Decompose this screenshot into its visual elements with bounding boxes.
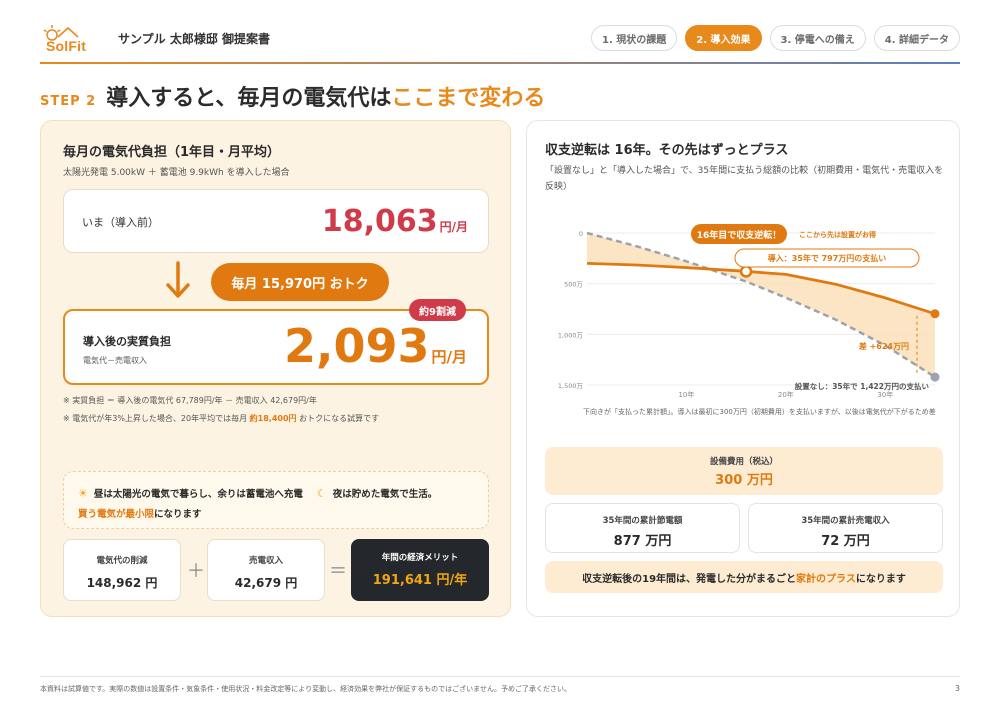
cost-reduction-box: 電気代の削減 148,962 円 [63,539,181,601]
arrow-down-icon [166,261,190,298]
cost-reduction-label: 電気代の削減 [96,556,148,566]
step-tab-3[interactable]: 3. 停電への備え [769,25,866,51]
equipment-cost-label: 設備費用（税込） [709,457,778,467]
before-value: 18,063 円/月 [322,204,468,239]
annual-merit-value: 191,641 円/年 [372,573,468,588]
plus-sign: ＋ [187,561,205,582]
cumulative-savings-value: 877 万円 [613,534,672,549]
before-cost-box: いま（導入前） 18,063 円/月 [63,189,489,253]
step-tab-1[interactable]: 1. 現状の課題 [591,25,678,51]
after-unit: 円/月 [431,348,467,366]
payback-card: 収支逆転は 16年。その先はずっとプラス 「設置なし」と「導入した場合」で、35… [526,120,960,617]
chart-footnote: 下向きが「支払った累計額」。導入は最初に300万円（初期費用）を支払いますが、以… [583,408,936,416]
card-title: 毎月の電気代負担（1年目・月平均） [63,145,281,160]
after-label: 導入後の実質負担 [83,335,171,348]
sales-income-value: 42,679 円 [234,576,298,590]
document-title: サンプル 太郎様邸 御提案書 [118,31,270,46]
card-title: 収支逆転は 16年。その先はずっとプラス [545,143,789,158]
before-amount: 18,063 [321,204,438,239]
cumulative-sales-value: 72 万円 [821,534,870,549]
y-tick-label: 1,500万 [558,382,584,390]
install-end-callout: 導入：35年で 797万円の支払い [734,248,920,268]
sales-income-box: 売電収入 42,679 円 [207,539,325,601]
equals-sign: ＝ [329,561,347,582]
heading-accent: ここまで変わる [391,86,546,111]
logo: SolFit [40,21,100,55]
step-tabs: 1. 現状の課題 2. 導入効果 3. 停電への備え 4. 詳細データ [591,25,960,51]
sales-income-label: 売電収入 [248,556,283,566]
crossover-callout: 16年目で収支逆転！ [691,224,787,244]
tip-night: 夜は貯めた電気で生活。 [332,489,438,500]
card-subtitle: 太陽光発電 5.00kW ＋ 蓄電池 9.9kWh を導入した場合 [63,168,290,178]
cumulative-savings-box: 35年間の累計節電額 877 万円 [545,503,740,553]
monthly-savings-pill: 毎月 15,970円 おトク [211,263,389,301]
annual-merit-label: 年間の経済メリット [381,553,459,563]
conclusion-accent: 家計のプラス [796,573,856,585]
none-end-point [930,372,940,382]
step-tab-2[interactable]: 2. 導入効果 [685,25,762,51]
note-average: ※ 電気代が年3%上昇した場合、20年平均では毎月 約18,400円 おトクにな… [63,413,379,424]
y-tick-label: 1,000万 [558,331,584,339]
equipment-cost-value: 300 万円 [715,473,773,488]
step-tab-4[interactable]: 4. 詳細データ [873,25,960,51]
step-label: STEP 2 [40,94,97,109]
cumulative-savings-label: 35年間の累計節電額 [602,516,683,526]
tip-line-1: ☀ 昼は太陽光の電気で暮らし、余りは蓄電池へ充電 ☾ 夜は貯めた電気で生活。 [78,486,438,501]
section-heading: STEP 2 導入すると、毎月の電気代は ここまで変わる [40,80,545,112]
note-average-post: おトクになる試算です [296,414,380,423]
tip-rest: になります [154,509,202,520]
crossover-label: 16年目で収支逆転！ [697,229,782,241]
usage-tip-box: ☀ 昼は太陽光の電気で暮らし、余りは蓄電池へ充電 ☾ 夜は貯めた電気で生活。 買… [63,471,489,529]
page-number: 3 [954,684,960,693]
difference-label: 差 +624万円 [858,341,909,351]
logo-text: SolFit [46,38,87,54]
reduction-badge: 約9割減 [409,299,466,321]
moon-icon: ☾ [316,486,327,500]
before-unit: 円/月 [439,220,468,234]
header-divider [40,62,960,64]
note-calculation: ※ 実質負担 ＝ 導入後の電気代 67,789円/年 － 売電収入 42,679… [63,396,317,405]
note-average-pre: ※ 電気代が年3%上昇した場合、20年平均では毎月 [63,414,250,423]
x-tick-label: 20年 [778,390,794,399]
monthly-cost-card: 毎月の電気代負担（1年目・月平均） 太陽光発電 5.00kW ＋ 蓄電池 9.9… [40,120,511,617]
equipment-cost-box: 設備費用（税込） 300 万円 [545,447,943,495]
crossover-side-note: ここから先は設置がお得 [799,230,876,239]
crossover-point [739,265,753,278]
after-amount: 2,093 [284,319,430,373]
annual-merit-box: 年間の経済メリット 191,641 円/年 [351,539,489,601]
cumulative-sales-label: 35年間の累計売電収入 [801,516,890,526]
after-sublabel: 電気代－売電収入 [83,356,147,365]
none-end-label: 設置なし：35年で 1,422万円の支払い [795,381,930,391]
conclusion-post: になります [855,573,906,585]
footer-divider [40,676,960,677]
disclaimer: 本資料は試算値です。実際の数値は設置条件・気象条件・使用状況・料金改定等により変… [40,685,571,693]
cumulative-cost-chart: 0 500万 1,000万 1,500万 10年 20年 30年 16年目で収支逆転！ こ… [558,224,940,399]
cost-reduction-value: 148,962 円 [86,576,158,590]
note-average-amount: 約18,400円 [249,414,297,423]
conclusion-pre: 収支逆転後の19年間は、発電した分がまるごと [582,573,797,585]
tip-line-2: 買う電気が最小限になります [78,506,202,520]
install-end-label: 導入：35年で 797万円の支払い [768,253,887,263]
tip-day: 昼は太陽光の電気で暮らし、余りは蓄電池へ充電 [93,489,303,500]
y-tick-label: 0 [579,230,583,238]
heading-main: 導入すると、毎月の電気代は [106,86,392,111]
card-subtitle: 「設置なし」と「導入した場合」で、35年間に支払う総額の比較（初期費用・電気代・… [545,166,944,192]
x-tick-label: 10年 [678,390,694,399]
header: SolFit サンプル 太郎様邸 御提案書 1. 現状の課題 2. 導入効果 3… [40,14,960,62]
sun-icon: ☀ [78,486,88,500]
x-tick-label: 30年 [877,390,893,399]
y-tick-label: 500万 [564,281,583,289]
before-label: いま（導入前） [82,216,159,229]
conclusion-banner: 収支逆転後の19年間は、発電した分がまるごと 家計のプラス になります [545,561,943,593]
install-end-point [930,309,940,319]
cumulative-sales-box: 35年間の累計売電収入 72 万円 [748,503,943,553]
y-axis-ticks: 0 500万 1,000万 1,500万 [558,230,584,390]
tip-accent: 買う電気が最小限 [78,509,155,520]
x-axis-ticks: 10年 20年 30年 [678,390,893,399]
after-value: 2,093 円/月 [284,319,467,373]
